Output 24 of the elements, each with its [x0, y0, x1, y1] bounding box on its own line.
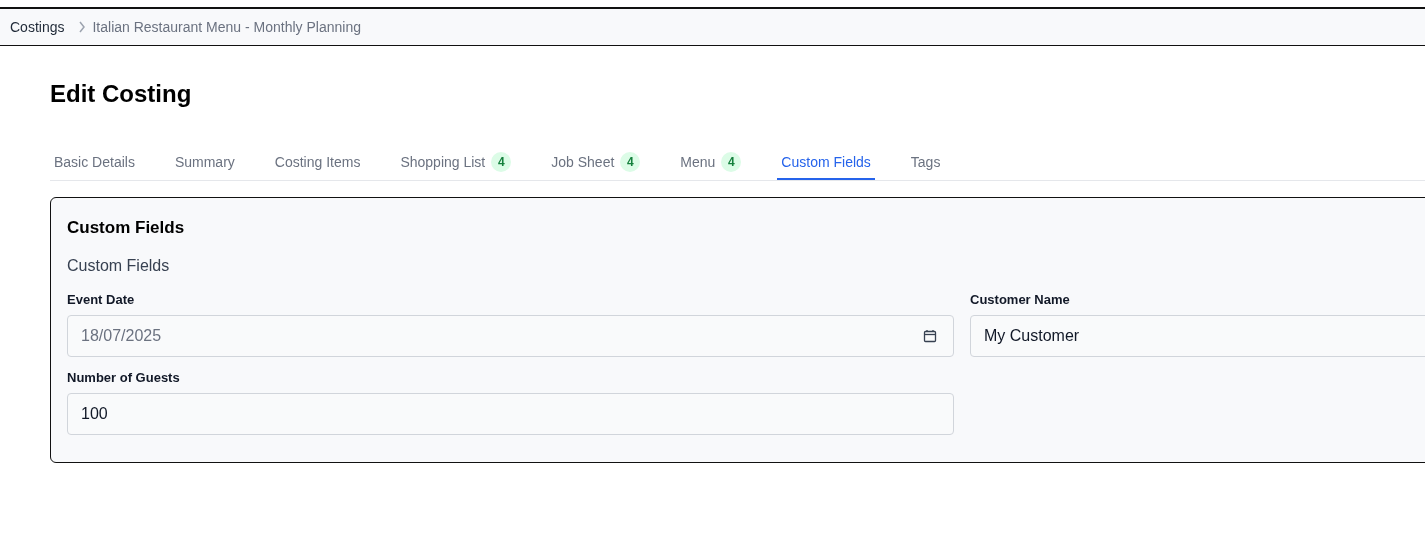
breadcrumb-link[interactable]: Italian Restaurant Menu - Monthly Planning — [92, 16, 361, 38]
calendar-icon[interactable] — [923, 329, 937, 343]
tab[interactable]: Costing Items — [270, 146, 365, 180]
count-badge: 4 — [491, 152, 512, 172]
breadcrumb-link[interactable]: Costings — [10, 16, 65, 38]
tab[interactable]: Summary — [170, 146, 239, 180]
tab[interactable]: Custom Fields — [777, 146, 875, 180]
text-field[interactable]: 100 — [67, 393, 954, 435]
field-label: Number of Guests — [67, 370, 181, 386]
count-badge: 4 — [620, 152, 641, 172]
tab[interactable]: Shopping List 4 — [396, 146, 516, 180]
tab[interactable]: Job Sheet 4 — [547, 146, 645, 180]
card-title: Custom Fields — [67, 217, 186, 239]
count-badge: 4 — [721, 152, 742, 172]
text-field[interactable]: My Customer — [970, 315, 1425, 357]
field-label: Customer Name — [970, 292, 1071, 308]
field-label: Event Date — [67, 292, 136, 308]
section-heading: Custom Fields — [67, 256, 171, 276]
tab[interactable]: Tags — [906, 146, 945, 180]
chevron-icon — [78, 21, 87, 33]
tab[interactable]: Basic Details — [50, 146, 139, 180]
page-title: Edit Costing — [50, 80, 193, 108]
date-field[interactable]: 18/07/2025 — [67, 315, 954, 357]
tab[interactable]: Menu 4 — [676, 146, 746, 180]
